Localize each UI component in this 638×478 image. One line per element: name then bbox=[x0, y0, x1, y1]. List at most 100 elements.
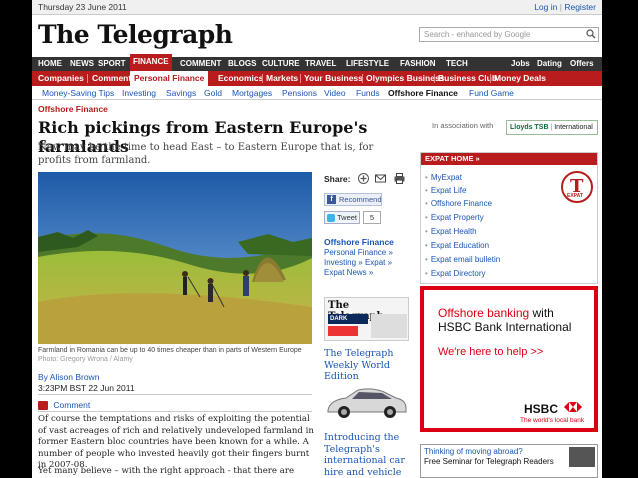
comment-icon bbox=[38, 401, 48, 411]
hsbc-brand: HSBC bbox=[524, 402, 559, 416]
expat-item-email-bulletin[interactable]: Expat email bulletin bbox=[425, 255, 500, 265]
tweet-label: Tweet bbox=[337, 213, 358, 222]
separator: | bbox=[559, 2, 562, 12]
tertnav-fund-game[interactable]: Fund Game bbox=[469, 86, 514, 100]
nav-jobs[interactable]: Jobs bbox=[511, 57, 530, 71]
photo-caption: Farmland in Romania can be up to 40 time… bbox=[38, 346, 312, 364]
nav-travel[interactable]: TRAVEL bbox=[305, 57, 336, 71]
nav-finance[interactable]: FINANCE bbox=[130, 54, 172, 71]
sponsor-name: Lloyds TSB bbox=[510, 124, 549, 131]
search-input[interactable]: Search - enhanced by Google bbox=[419, 27, 599, 42]
nav-sport[interactable]: SPORT bbox=[98, 57, 126, 71]
tertnav-mortgages[interactable]: Mortgages bbox=[232, 86, 272, 100]
tertnav-investing[interactable]: Investing bbox=[122, 86, 156, 100]
expat-item-education[interactable]: Expat Education bbox=[425, 241, 489, 251]
nav-dating[interactable]: Dating bbox=[537, 57, 562, 71]
tertnav-pensions[interactable]: Pensions bbox=[282, 86, 317, 100]
subnav-your-business[interactable]: Your Business bbox=[304, 71, 363, 86]
nav-home[interactable]: HOME bbox=[38, 57, 62, 71]
promo-thumbnail bbox=[371, 314, 407, 338]
subnav-olympics-business[interactable]: Olympics Business bbox=[366, 71, 444, 86]
top-strip: Thursday 23 June 2011 Log in | Register bbox=[32, 0, 602, 15]
expat-item-property[interactable]: Expat Property bbox=[425, 213, 484, 223]
nav-fashion[interactable]: FASHION bbox=[400, 57, 436, 71]
nav-news[interactable]: NEWS bbox=[70, 57, 94, 71]
expat-item-myexpat[interactable]: MyExpat bbox=[425, 173, 462, 183]
moving-abroad-promo[interactable]: Thinking of moving abroad? Free Seminar … bbox=[420, 444, 598, 478]
related-link[interactable]: Personal Finance » bbox=[324, 248, 414, 258]
expat-item-offshore-finance[interactable]: Offshore Finance bbox=[425, 199, 492, 209]
nav-comment[interactable]: COMMENT bbox=[180, 57, 221, 71]
ad-line-2: HSBC Bank International bbox=[438, 320, 572, 334]
related-link-investing[interactable]: Investing » bbox=[324, 258, 363, 267]
expat-item-directory[interactable]: Expat Directory bbox=[425, 269, 486, 279]
ad-line-1: Offshore banking with bbox=[438, 306, 554, 320]
tertnav-video[interactable]: Video bbox=[324, 86, 346, 100]
nav-offers[interactable]: Offers bbox=[570, 57, 594, 71]
subnav-business-club[interactable]: Business Club bbox=[438, 71, 497, 86]
related-link: Investing » Expat » bbox=[324, 258, 414, 268]
related-heading[interactable]: Offshore Finance bbox=[324, 237, 414, 248]
expat-item-life[interactable]: Expat Life bbox=[425, 186, 467, 196]
tweet-button[interactable]: Tweet bbox=[324, 211, 360, 224]
register-link[interactable]: Register bbox=[564, 2, 596, 12]
sponsor-badge[interactable]: Lloyds TSB | International bbox=[506, 120, 598, 135]
divider bbox=[362, 74, 363, 83]
tertnav-money-saving-tips[interactable]: Money-Saving Tips bbox=[42, 86, 114, 100]
nav-lifestyle[interactable]: LIFESTYLE bbox=[346, 57, 389, 71]
twitter-icon bbox=[327, 214, 335, 222]
search-icon[interactable] bbox=[586, 29, 596, 39]
publish-timestamp: 3:23PM BST 22 Jun 2011 bbox=[38, 383, 135, 393]
tertnav-savings[interactable]: Savings bbox=[166, 86, 196, 100]
comment-link[interactable]: Comment bbox=[38, 400, 91, 411]
subnav-markets[interactable]: Markets bbox=[266, 71, 298, 86]
print-icon[interactable] bbox=[394, 173, 405, 184]
subnav-comment[interactable]: Comment bbox=[92, 71, 131, 86]
weekly-edition-link[interactable]: The Telegraph Weekly World Edition bbox=[324, 348, 414, 383]
account-links: Log in | Register bbox=[534, 0, 596, 15]
related-link-expat-news[interactable]: Expat News » bbox=[324, 268, 414, 278]
divider bbox=[300, 74, 301, 83]
divider bbox=[262, 74, 263, 83]
nav-tech[interactable]: TECH bbox=[446, 57, 468, 71]
related-link-expat[interactable]: Expat » bbox=[365, 258, 392, 267]
weekly-edition-title: The Telegraph Weekly World Edition bbox=[324, 348, 394, 382]
weekly-world-edition-promo[interactable]: The Telegraph DARK KNIGHT bbox=[324, 297, 409, 341]
body-paragraph: Of course the temptations and risks of e… bbox=[38, 414, 314, 470]
subnav-money-deals[interactable]: Money Deals bbox=[494, 71, 546, 86]
subnav-economics[interactable]: Economics bbox=[218, 71, 263, 86]
divider bbox=[38, 394, 312, 395]
nav-blogs[interactable]: BLOGS bbox=[228, 57, 256, 71]
hsbc-advert[interactable]: Offshore banking with HSBC Bank Internat… bbox=[420, 286, 598, 432]
nav-culture[interactable]: CULTURE bbox=[262, 57, 300, 71]
primary-nav: HOME NEWS SPORT FINANCE COMMENT BLOGS CU… bbox=[32, 54, 602, 71]
tertnav-offshore-finance[interactable]: Offshore Finance bbox=[388, 86, 458, 100]
expat-heading[interactable]: EXPAT HOME » bbox=[421, 153, 597, 165]
subnav-companies[interactable]: Companies bbox=[38, 71, 84, 86]
ad-cta[interactable]: We're here to help >> bbox=[438, 346, 543, 358]
tweet-count: 5 bbox=[363, 211, 381, 224]
caption-text: Farmland in Romania can be up to 40 time… bbox=[38, 347, 302, 354]
related-links: Offshore Finance Personal Finance » Inve… bbox=[324, 237, 414, 278]
login-link[interactable]: Log in bbox=[534, 2, 557, 12]
car-hire-link[interactable]: Introducing the Telegraph's internationa… bbox=[324, 432, 414, 478]
subnav-personal-finance[interactable]: Personal Finance bbox=[130, 71, 209, 86]
section-label[interactable]: Offshore Finance bbox=[38, 104, 108, 114]
tertnav-funds[interactable]: Funds bbox=[356, 86, 380, 100]
expat-item-health[interactable]: Expat Health bbox=[425, 227, 477, 237]
author-link[interactable]: By Alison Brown bbox=[38, 372, 135, 383]
secondary-nav: Companies Comment Personal Finance Econo… bbox=[32, 71, 602, 86]
comment-label: Comment bbox=[53, 400, 91, 410]
email-icon[interactable] bbox=[375, 173, 386, 184]
site-logo[interactable]: The Telegraph bbox=[38, 20, 233, 49]
car-image[interactable] bbox=[324, 382, 408, 422]
facebook-recommend-button[interactable]: f Recommend bbox=[324, 193, 382, 206]
tertnav-gold[interactable]: Gold bbox=[204, 86, 222, 100]
hsbc-hexagon-icon bbox=[564, 402, 582, 412]
article-photo[interactable] bbox=[38, 172, 312, 344]
sponsor-prefix: In association with bbox=[432, 121, 494, 130]
share-label: Share: bbox=[324, 174, 351, 184]
current-date: Thursday 23 June 2011 bbox=[38, 2, 127, 12]
farmland-image bbox=[38, 172, 312, 344]
share-plus-icon[interactable] bbox=[358, 173, 369, 184]
